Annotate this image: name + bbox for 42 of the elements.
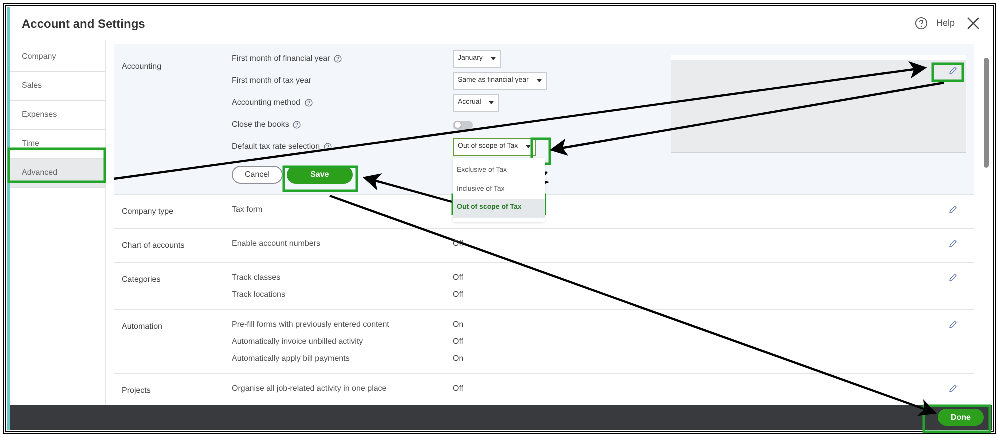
- pencil-icon[interactable]: [948, 384, 958, 394]
- toggle-switch[interactable]: [453, 120, 473, 130]
- setting-label: Default tax rate selection: [232, 141, 320, 153]
- caret-icon: [536, 79, 542, 83]
- setting-label: Tax form: [232, 205, 264, 214]
- section-title: Chart of accounts: [122, 241, 185, 250]
- caret-icon: [526, 145, 532, 149]
- section-title: Projects: [122, 386, 151, 395]
- setting-value: Off: [453, 384, 464, 393]
- setting-label: First month of financial year: [232, 53, 330, 65]
- setting-label: Pre-fill forms with previously entered content: [232, 320, 390, 329]
- setting-label: Enable account numbers: [232, 239, 322, 248]
- section-title: Categories: [122, 275, 161, 284]
- setting-value: On: [453, 354, 464, 363]
- cancel-button[interactable]: Cancel: [232, 166, 283, 184]
- window-title: Account and Settings: [22, 16, 146, 32]
- setting-label: First month of tax year: [232, 75, 312, 87]
- pencil-icon[interactable]: [948, 320, 958, 330]
- setting-value: On: [453, 320, 464, 329]
- setting-label: Automatically invoice unbilled activity: [232, 337, 364, 346]
- caret-icon: [489, 101, 494, 105]
- setting-value: Off: [453, 290, 464, 299]
- help-icon[interactable]: [915, 17, 928, 30]
- pencil-icon[interactable]: [948, 239, 958, 249]
- pencil-icon[interactable]: [948, 273, 958, 283]
- setting-value: Off: [453, 337, 464, 346]
- help-icon[interactable]: [324, 143, 332, 151]
- section-title: Company type: [122, 207, 174, 216]
- setting-value: Off: [453, 273, 464, 282]
- help-link[interactable]: Help: [936, 16, 955, 30]
- setting-label: Automatically apply bill payments: [232, 354, 351, 363]
- setting-label: Accounting method: [232, 97, 300, 109]
- setting-label: Track classes: [232, 273, 282, 282]
- pencil-icon[interactable]: [948, 66, 958, 76]
- caret-icon: [490, 57, 496, 61]
- close-icon[interactable]: [967, 17, 980, 30]
- section-title: Automation: [122, 322, 162, 331]
- setting-label: Close the books: [232, 119, 290, 131]
- pencil-icon[interactable]: [948, 205, 958, 215]
- section-title: Accounting: [122, 62, 162, 71]
- setting-label: Track locations: [232, 290, 286, 299]
- setting-label: Organise all job-related activity in one place: [232, 384, 388, 393]
